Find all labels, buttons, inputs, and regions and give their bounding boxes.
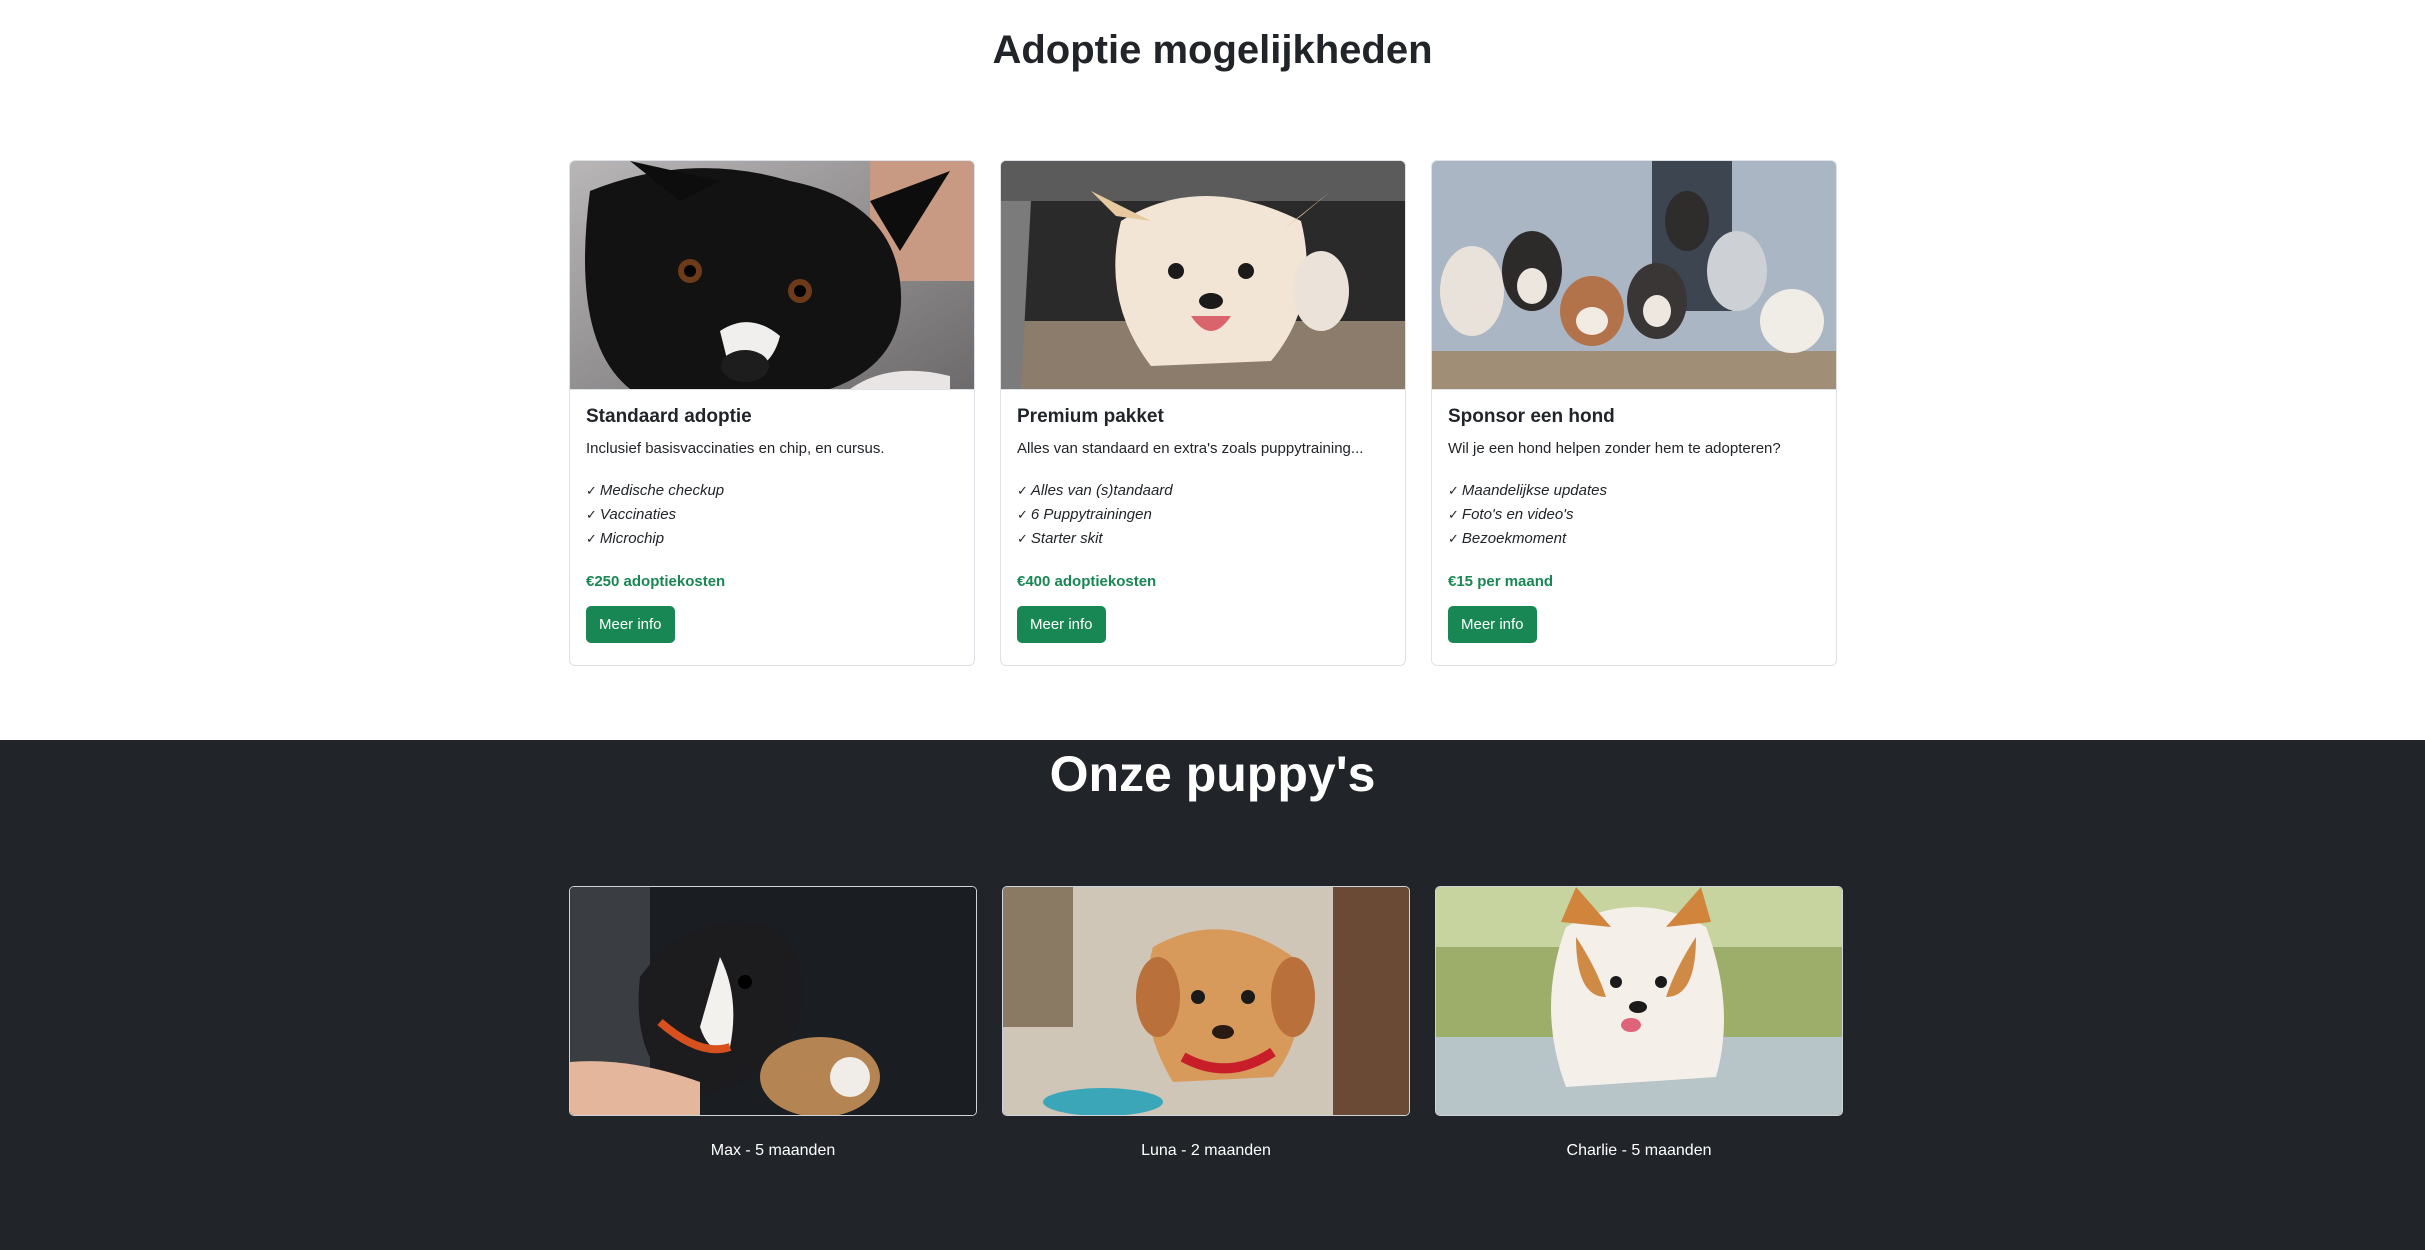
feature-list: Maandelijkse updates Foto's en video's B… xyxy=(1448,479,1820,551)
more-info-button[interactable]: Meer info xyxy=(1448,606,1537,643)
price-label: €400 adoptiekosten xyxy=(1017,573,1157,590)
puppies-section: Onze puppy's Max - 5 maanden Luna - 2 ma… xyxy=(0,740,2425,1250)
feature-list: Alles van (s)tandaard 6 Puppytrainingen … xyxy=(1017,479,1389,551)
luna-puppy-photo[interactable] xyxy=(1002,886,1410,1116)
feature-item: Vaccinaties xyxy=(586,503,958,527)
puppy-card-max[interactable]: Max - 5 maanden xyxy=(569,886,977,1160)
card-description: Wil je een hond helpen zonder hem te ado… xyxy=(1448,440,1781,457)
max-puppy-photo[interactable] xyxy=(569,886,977,1116)
adoption-card-sponsor: Sponsor een hond Wil je een hond helpen … xyxy=(1431,160,1837,666)
more-info-button[interactable]: Meer info xyxy=(1017,606,1106,643)
puppy-gallery: Max - 5 maanden Luna - 2 maanden Charlie… xyxy=(569,886,1843,1160)
charlie-puppy-photo[interactable] xyxy=(1435,886,1843,1116)
feature-item: Foto's en video's xyxy=(1448,503,1820,527)
feature-list: Medische checkup Vaccinaties Microchip xyxy=(586,479,958,551)
feature-item: Maandelijkse updates xyxy=(1448,479,1820,503)
adoption-title: Adoptie mogelijkheden xyxy=(992,28,1433,72)
feature-item: Microchip xyxy=(586,527,958,551)
feature-item: Starter skit xyxy=(1017,527,1389,551)
puppy-card-charlie[interactable]: Charlie - 5 maanden xyxy=(1435,886,1843,1160)
puppy-caption: Max - 5 maanden xyxy=(710,1142,836,1159)
card-description: Alles van standaard en extra's zoals pup… xyxy=(1017,440,1364,457)
card-title: Standaard adoptie xyxy=(586,406,752,427)
more-info-button[interactable]: Meer info xyxy=(586,606,675,643)
white-puppy-photo xyxy=(1001,161,1405,390)
card-title: Sponsor een hond xyxy=(1448,406,1615,427)
price-label: €250 adoptiekosten xyxy=(586,573,726,590)
adoption-cards: Standaard adoptie Inclusief basisvaccina… xyxy=(569,160,1837,666)
feature-item: Bezoekmoment xyxy=(1448,527,1820,551)
puppies-title: Onze puppy's xyxy=(1049,746,1376,802)
black-dog-photo xyxy=(570,161,974,390)
adoption-card-premium: Premium pakket Alles van standaard en ex… xyxy=(1000,160,1406,666)
adoption-section: Adoptie mogelijkheden Standaard adoptie … xyxy=(0,0,2425,740)
adoption-card-standard: Standaard adoptie Inclusief basisvaccina… xyxy=(569,160,975,666)
feature-item: Medische checkup xyxy=(586,479,958,503)
puppies-group-photo xyxy=(1432,161,1836,390)
feature-item: 6 Puppytrainingen xyxy=(1017,503,1389,527)
price-label: €15 per maand xyxy=(1448,573,1554,590)
puppy-caption: Charlie - 5 maanden xyxy=(1566,1142,1712,1159)
card-title: Premium pakket xyxy=(1017,406,1164,427)
card-description: Inclusief basisvaccinaties en chip, en c… xyxy=(586,440,885,457)
puppy-card-luna[interactable]: Luna - 2 maanden xyxy=(1002,886,1410,1160)
feature-item: Alles van (s)tandaard xyxy=(1017,479,1389,503)
puppy-caption: Luna - 2 maanden xyxy=(1141,1142,1271,1159)
